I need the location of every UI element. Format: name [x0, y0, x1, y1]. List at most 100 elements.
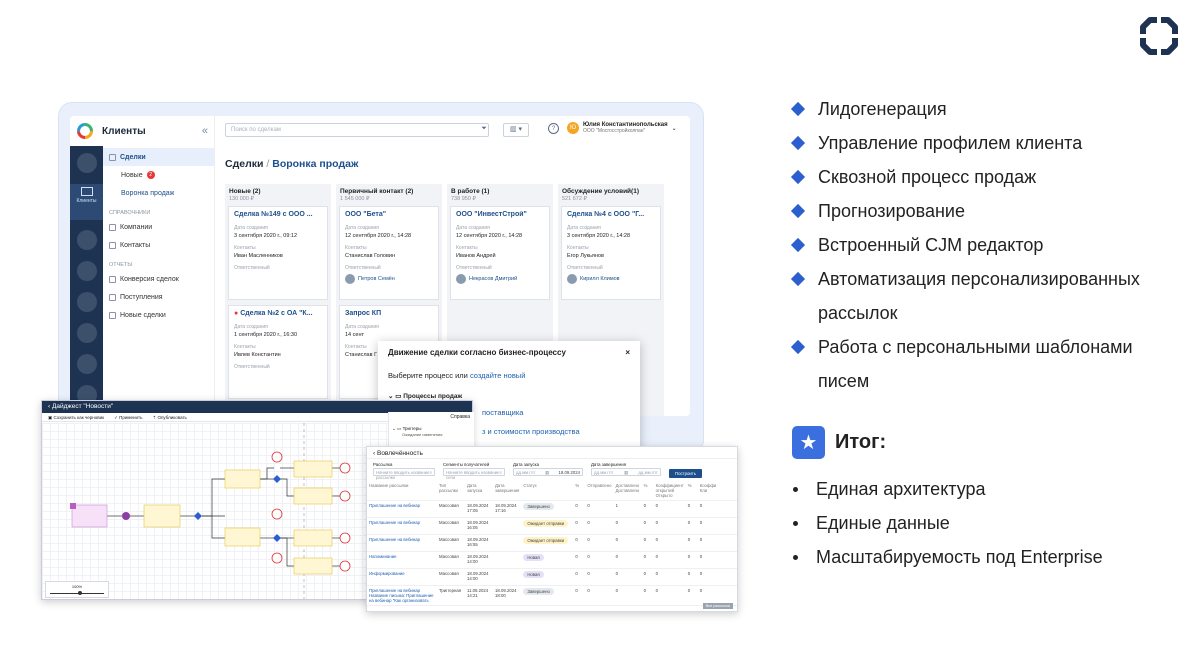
end-date-input[interactable]: дд.мм.гггг ▦ дд.мм.гггг	[591, 468, 661, 476]
nav-item[interactable]	[76, 153, 97, 173]
card-title[interactable]: Сделка №4 с ООО "Г...	[567, 211, 655, 218]
responsible-person[interactable]: Некрасов Дмитрий	[456, 274, 544, 284]
cell-metric: 0	[573, 500, 586, 518]
process-item[interactable]: поставщика	[482, 408, 630, 417]
cell-name[interactable]: Приглашение на вебинар	[367, 500, 437, 518]
cell-metric: 0	[653, 500, 686, 518]
cell-name[interactable]: Приглашение на вебинар	[367, 534, 437, 552]
column-header[interactable]: Дата запуска	[465, 481, 493, 501]
nav-item[interactable]	[76, 323, 97, 343]
table-row[interactable]: Приглашение на вебинар Название письма: …	[367, 585, 737, 606]
deal-card[interactable]: Сделка №149 с ООО ... Дата создания 3 се…	[228, 206, 328, 300]
recipients-placeholder: Начните вводить название сегм	[446, 470, 500, 480]
process-item[interactable]: з и стоимости производства	[482, 427, 630, 436]
sidebar-label: Компании	[120, 223, 153, 231]
sidebar-item-companies[interactable]: Компании	[103, 218, 214, 236]
responsible-person[interactable]: Кирилл Климов	[567, 274, 655, 284]
nav-item[interactable]	[76, 292, 97, 312]
nav-item[interactable]	[76, 230, 97, 250]
cell-metric: 1	[613, 500, 642, 518]
footer-badge: Все рассылки	[702, 603, 733, 609]
sidebar-item-funnel[interactable]: Воронка продаж	[103, 184, 214, 202]
label-responsible: Ответственный	[234, 265, 270, 271]
mailing-placeholder: Начните вводить название рассылки	[376, 470, 430, 480]
view-toggle-button[interactable]: ▥ ▾	[503, 123, 529, 137]
deal-card[interactable]: ООО "ИнвестСтрой" Дата создания 12 сентя…	[450, 206, 550, 300]
column-header[interactable]: Название рассылки	[367, 481, 437, 501]
nav-item[interactable]	[76, 261, 97, 281]
table-row[interactable]: Приглашение на вебинар Массовая 18.09.2024…	[367, 517, 737, 535]
feature-item: Сквозной процесс продаж	[790, 160, 1180, 194]
calendar-icon: ▦	[545, 470, 550, 475]
sidebar-item-conversion[interactable]: Конверсия сделок	[103, 270, 214, 288]
close-icon[interactable]: ×	[625, 348, 630, 357]
report-title: Вовлечённость	[376, 450, 423, 457]
cell-status: Новая	[521, 551, 574, 569]
cell-name[interactable]: Приглашение на вебинар	[367, 517, 437, 535]
sidebar-label: Сделки	[120, 153, 146, 161]
cell-start: 18.09.2024 14:00	[465, 551, 493, 569]
cell-metric: 0	[697, 534, 737, 552]
sidebar-item-new[interactable]: Новые 2	[103, 166, 214, 184]
sidebar-item-contacts[interactable]: Контакты	[103, 236, 214, 254]
card-title[interactable]: ООО "ИнвестСтрой"	[456, 211, 544, 218]
deal-card[interactable]: ● Сделка №2 с ОА "К... Дата создания 1 с…	[228, 305, 328, 399]
feature-item: Управление профилем клиента	[790, 126, 1180, 160]
create-process-link[interactable]: создайте новый	[470, 371, 525, 380]
cell-status: Завершено	[521, 500, 574, 518]
publish-button[interactable]: ⇡ Опубликовать	[152, 415, 186, 420]
breadcrumb-current: Воронка продаж	[272, 158, 359, 170]
collapse-icon[interactable]: «	[202, 125, 208, 137]
cell-name[interactable]: Приглашение на вебинар Название письма: …	[367, 585, 437, 606]
column-header[interactable]: Статус	[521, 481, 574, 501]
table-row[interactable]: Напоминание Массовая 18.09.2024 14:00 Новая…	[367, 551, 737, 569]
recipients-input[interactable]: Начните вводить название сегм ⌕	[443, 468, 505, 480]
user-menu[interactable]: ? Ю Юлия Константинопольская ООО "Мосгосс…	[548, 122, 677, 134]
cell-end: 18.09.2024 18:00	[493, 585, 522, 606]
zoom-slider[interactable]	[50, 591, 104, 595]
sidebar-item-income[interactable]: Поступления	[103, 288, 214, 306]
table-row[interactable]: Приглашение на вебинар Массовая 18.09.2024…	[367, 534, 737, 552]
build-report-button[interactable]: Построить	[669, 469, 702, 478]
tree-subitem[interactable]: Ожидание изменения	[392, 432, 442, 437]
search-input[interactable]: Поиск по сделкам	[225, 123, 489, 137]
mailing-input[interactable]: Начните вводить название рассылки ⌕	[373, 468, 435, 480]
deal-card[interactable]: ООО "Бета" Дата создания 12 сентября 202…	[339, 206, 439, 300]
sidebar-item-deals[interactable]: Сделки	[103, 148, 214, 166]
summary-heading: ★ Итог:	[792, 426, 886, 459]
deal-card[interactable]: Сделка №4 с ООО "Г... Дата создания 3 се…	[561, 206, 661, 300]
help-icon[interactable]: ?	[548, 122, 559, 134]
label-created: Дата создания	[567, 225, 601, 231]
responsible-person[interactable]: Петров Семён	[345, 274, 433, 284]
sidebar-item-new-deals[interactable]: Новые сделки	[103, 306, 214, 324]
card-title[interactable]: Запрос КП	[345, 310, 433, 317]
cell-name[interactable]: Информирование	[367, 568, 437, 586]
nav-item-clients[interactable]: Клиенты	[70, 184, 103, 220]
apply-button[interactable]: ✓ Применить	[114, 415, 142, 420]
column-subheader: %	[573, 481, 586, 501]
table-row[interactable]: Приглашение на вебинар Массовая 18.09.2024…	[367, 500, 737, 518]
card-title[interactable]: Сделка №149 с ООО ...	[234, 211, 322, 218]
cell-metric: 0	[585, 585, 614, 606]
label-contacts: Контакты	[234, 344, 256, 350]
zoom-control[interactable]: 100%	[45, 581, 109, 598]
zoom-handle[interactable]	[78, 591, 82, 595]
nav-item[interactable]	[76, 354, 97, 374]
summary-item: Единые данные	[790, 506, 1103, 540]
cell-metric: 0	[573, 585, 586, 606]
table-row[interactable]: Информирование Массовая 18.09.2024 14:00 Но…	[367, 568, 737, 586]
save-draft-button[interactable]: ▣ Сохранить как черновик	[48, 415, 104, 420]
help-link[interactable]: Справка	[389, 412, 474, 422]
start-date-input[interactable]: дд.мм.гггг ▦ 18.09.2024	[513, 468, 583, 476]
column-header[interactable]: Тип рассылки	[437, 481, 465, 501]
card-title[interactable]: ● Сделка №2 с ОА "К...	[234, 310, 322, 317]
breadcrumb-root[interactable]: Сделки	[225, 158, 263, 170]
card-title[interactable]: ООО "Бета"	[345, 211, 433, 218]
cell-name[interactable]: Напоминание	[367, 551, 437, 569]
filter-icon[interactable]: ⏷	[475, 123, 493, 137]
column-header[interactable]: Дата завершения	[493, 481, 522, 501]
label-responsible: Ответственный	[345, 265, 381, 271]
process-group[interactable]: ⌄ ▭ Процессы продаж	[388, 392, 630, 400]
cell-end	[493, 568, 522, 586]
features-list: Лидогенерация Управление профилем клиент…	[790, 92, 1180, 398]
